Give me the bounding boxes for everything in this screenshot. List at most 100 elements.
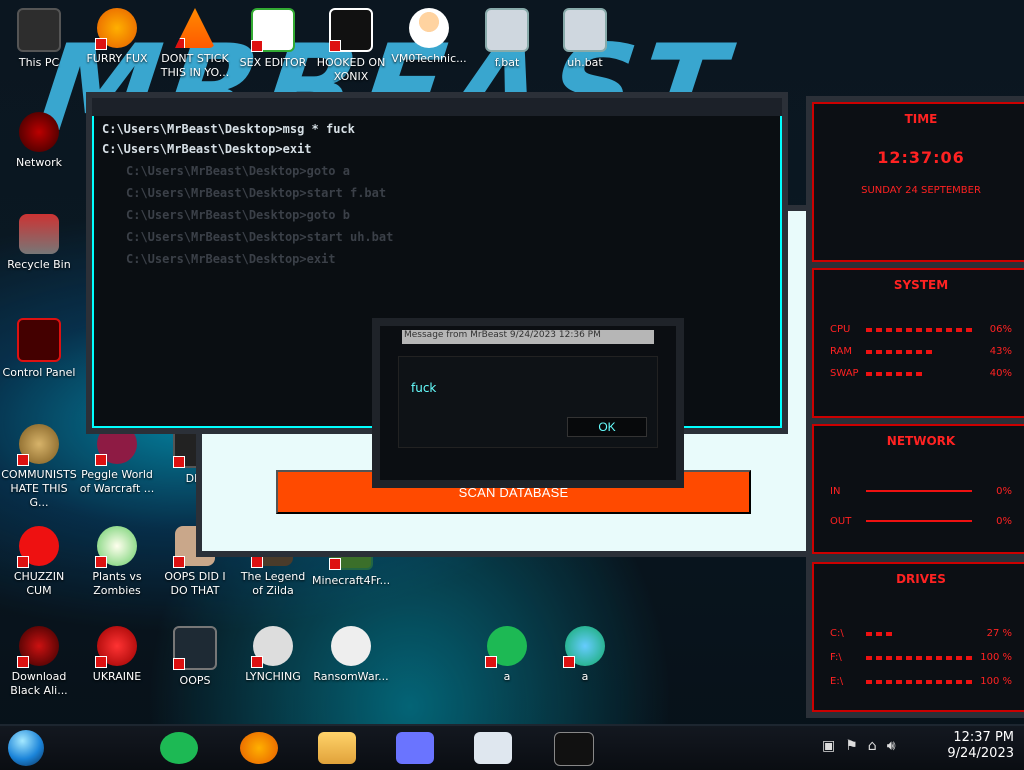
terminal-line-1: C:\Users\MrBeast\Desktop>msg * fuck xyxy=(102,122,355,136)
row-value: 06% xyxy=(989,324,1012,335)
system-row-ram: RAM 43% xyxy=(830,346,1012,358)
gear-file-icon xyxy=(485,8,529,52)
icon-label: Control Panel xyxy=(2,366,76,379)
terminal-ghost-4: C:\Users\MrBeast\Desktop>start uh.bat xyxy=(126,230,394,244)
icon-label: DONT STICK THIS IN YO... xyxy=(160,52,230,79)
desktop-widgets: TIME 12:37:06 SUNDAY 24 SEPTEMBER SYSTEM… xyxy=(806,96,1024,722)
desktop-icon-ransom[interactable]: RansomWar... xyxy=(312,626,390,684)
terminal-titlebar[interactable] xyxy=(92,98,782,116)
row-value: 100 % xyxy=(980,676,1012,687)
desktop-icon-globe[interactable]: a xyxy=(546,626,624,684)
network-row-out: OUT 0% xyxy=(830,516,1012,528)
row-label: F:\ xyxy=(830,652,842,663)
plants-icon xyxy=(95,526,137,568)
technician-icon xyxy=(409,8,449,48)
network-icon[interactable]: ⌂ xyxy=(868,738,877,754)
row-bar xyxy=(866,680,972,684)
icon-label: The Legend of Zilda xyxy=(240,570,306,597)
start-button[interactable] xyxy=(8,730,44,766)
row-label: SWAP xyxy=(830,368,859,379)
system-row-swap: SWAP 40% xyxy=(830,368,1012,380)
desktop-icon-oops[interactable]: OOPS xyxy=(156,626,234,688)
hxd-icon xyxy=(251,8,295,52)
terminal-line-2: C:\Users\MrBeast\Desktop>exit xyxy=(102,142,312,156)
desktop-icon-network[interactable]: Network xyxy=(0,112,78,170)
icon-label: uh.bat xyxy=(567,56,603,69)
taskbar-terminal-icon[interactable] xyxy=(554,732,594,766)
time-widget: TIME 12:37:06 SUNDAY 24 SEPTEMBER xyxy=(806,96,1024,268)
taskbar-app-icon[interactable] xyxy=(396,732,434,764)
row-bar xyxy=(866,632,892,636)
taskbar-clock[interactable]: 12:37 PM 9/24/2023 xyxy=(947,730,1014,762)
drive-row-c: C:\ 27 % xyxy=(830,628,1012,640)
desktop-icon-uh-bat[interactable]: uh.bat xyxy=(546,8,624,70)
row-value: 0% xyxy=(996,516,1012,527)
row-value: 0% xyxy=(996,486,1012,497)
desktop-icon-control-panel[interactable]: Control Panel xyxy=(0,318,78,380)
taskbar-firefox-icon[interactable] xyxy=(240,732,278,764)
system-row-cpu: CPU 06% xyxy=(830,324,1012,336)
desktop-icon-ukraine[interactable]: UKRAINE xyxy=(78,626,156,684)
tray-icons: ▣ ⚑ ⌂ 🔊︎ xyxy=(822,738,896,754)
taskbar-time: 12:37 PM xyxy=(953,730,1014,745)
row-bar xyxy=(866,490,972,492)
desktop-icon-pvz[interactable]: Plants vs Zombies xyxy=(78,526,156,598)
alien-icon xyxy=(17,626,59,668)
icon-label: a xyxy=(581,670,589,683)
desktop-icon-download[interactable]: Download Black Ali... xyxy=(0,626,78,698)
desktop-icon-vm0[interactable]: VM0Technic... xyxy=(390,8,468,66)
desktop-icon-recycle[interactable]: Recycle Bin xyxy=(0,214,78,272)
desktop-icon-dont-stick[interactable]: DONT STICK THIS IN YO... xyxy=(156,8,234,80)
row-value: 27 % xyxy=(986,628,1012,639)
computer-icon xyxy=(17,8,61,52)
desktop-icon-this-pc[interactable]: This PC xyxy=(0,8,78,70)
row-label: OUT xyxy=(830,516,852,527)
desktop-icon-peggle[interactable]: Peggle World of Warcraft ... xyxy=(78,424,156,496)
row-bar xyxy=(866,350,932,354)
icon-label: RansomWar... xyxy=(313,670,389,683)
terminal-ghost-3: C:\Users\MrBeast\Desktop>goto b xyxy=(126,208,350,222)
taskbar-notepad-icon[interactable] xyxy=(474,732,512,764)
network-widget: NETWORK IN 0% OUT 0% xyxy=(806,418,1024,560)
drives-widget: DRIVES C:\ 27 % F:\ 100 % E:\ 100 % xyxy=(806,556,1024,718)
time-header: TIME xyxy=(904,112,938,126)
row-value: 100 % xyxy=(980,652,1012,663)
message-title: Message from MrBeast 9/24/2023 12:36 PM xyxy=(402,330,654,344)
rope-icon xyxy=(251,626,293,668)
desktop-icon-hooked-xonix[interactable]: HOOKED ON XONIX xyxy=(312,8,390,84)
volume-icon[interactable]: 🔊︎ xyxy=(887,738,896,754)
desktop-icon-lynching[interactable]: LYNCHING xyxy=(234,626,312,684)
desktop-icon-chuzzin[interactable]: CHUZZIN CUM xyxy=(0,526,78,598)
tray-app-icon[interactable]: ▣ xyxy=(822,738,835,754)
taskbar-spotify-icon[interactable] xyxy=(160,732,198,764)
desktop-icon-sex-editor[interactable]: SEX EDITOR xyxy=(234,8,312,70)
icon-label: OOPS xyxy=(179,674,211,687)
desktop-icon-communists[interactable]: COMMUNISTS HATE THIS G... xyxy=(0,424,78,510)
message-dialog: Message from MrBeast 9/24/2023 12:36 PM … xyxy=(372,318,684,488)
icon-label: COMMUNISTS HATE THIS G... xyxy=(1,468,77,509)
desktop-icon-f-bat[interactable]: f.bat xyxy=(468,8,546,70)
icon-label: Network xyxy=(16,156,62,169)
flag-icon[interactable]: ⚑ xyxy=(845,738,858,754)
desktop-icon-furry-fux[interactable]: FURRY FUX xyxy=(78,8,156,66)
ok-button[interactable]: OK xyxy=(567,417,647,437)
row-label: E:\ xyxy=(830,676,844,687)
skull-icon xyxy=(331,626,371,666)
row-bar xyxy=(866,372,922,376)
alien-icon xyxy=(19,112,59,152)
row-bar xyxy=(866,328,972,332)
terminal-ghost-2: C:\Users\MrBeast\Desktop>start f.bat xyxy=(126,186,387,200)
trash-icon xyxy=(19,214,59,254)
desktop-icon-a[interactable]: a xyxy=(468,626,546,684)
system-widget: SYSTEM CPU 06% RAM 43% SWAP 40% xyxy=(806,262,1024,424)
icon-label: Plants vs Zombies xyxy=(92,570,142,597)
terminal-ghost-1: C:\Users\MrBeast\Desktop>goto a xyxy=(126,164,350,178)
icon-label: f.bat xyxy=(494,56,520,69)
vlc-cone-icon xyxy=(175,8,215,48)
taskbar: ▣ ⚑ ⌂ 🔊︎ 12:37 PM 9/24/2023 xyxy=(0,724,1024,770)
globe-icon xyxy=(563,626,605,668)
icon-label: OOPS DID I DO THAT xyxy=(164,570,226,597)
taskbar-file-explorer-icon[interactable] xyxy=(318,732,356,764)
message-text: fuck xyxy=(411,381,437,395)
row-label: IN xyxy=(830,486,841,497)
